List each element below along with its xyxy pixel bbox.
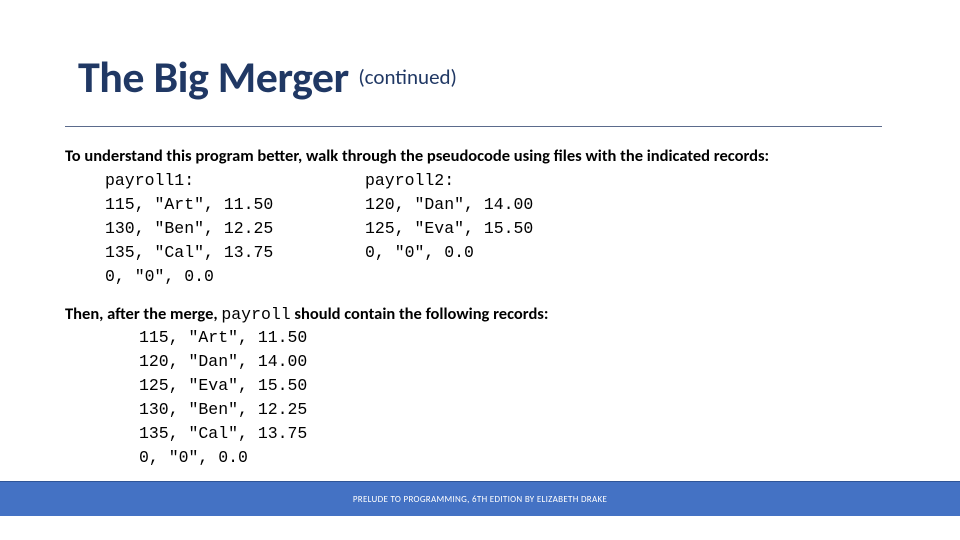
payroll1-row: 115, "Art", 11.50: [105, 193, 365, 217]
merged-row: 115, "Art", 11.50: [139, 326, 960, 350]
merged-file-name: payroll: [221, 305, 290, 324]
merged-column: 115, "Art", 11.50 120, "Dan", 14.00 125,…: [65, 326, 960, 470]
footer-text: PRELUDE TO PROGRAMMING, 6TH EDITION BY E…: [0, 482, 960, 516]
slide: The Big Merger (continued) To understand…: [0, 0, 960, 540]
payroll2-column: payroll2: 120, "Dan", 14.00 125, "Eva", …: [365, 169, 533, 289]
payroll2-name: payroll2:: [365, 169, 533, 193]
merged-row: 130, "Ben", 12.25: [139, 398, 960, 422]
slide-title: The Big Merger: [78, 50, 349, 104]
payroll2-row: 125, "Eva", 15.50: [365, 217, 533, 241]
slide-subtitle: (continued): [358, 64, 457, 90]
payroll1-row: 130, "Ben", 12.25: [105, 217, 365, 241]
payroll1-column: payroll1: 115, "Art", 11.50 130, "Ben", …: [65, 169, 365, 289]
merged-row: 120, "Dan", 14.00: [139, 350, 960, 374]
payroll2-row: 0, "0", 0.0: [365, 241, 533, 265]
payroll1-row: 135, "Cal", 13.75: [105, 241, 365, 265]
merged-row: 135, "Cal", 13.75: [139, 422, 960, 446]
input-columns: payroll1: 115, "Art", 11.50 130, "Ben", …: [65, 169, 960, 289]
then-line: Then, after the merge, payroll should co…: [65, 303, 960, 327]
payroll1-name: payroll1:: [105, 169, 365, 193]
title-area: The Big Merger (continued): [0, 0, 960, 104]
payroll1-row: 0, "0", 0.0: [105, 265, 365, 289]
then-pre: Then, after the merge,: [65, 304, 221, 324]
merged-row: 125, "Eva", 15.50: [139, 374, 960, 398]
then-post: should contain the following records:: [291, 304, 549, 324]
payroll2-row: 120, "Dan", 14.00: [365, 193, 533, 217]
intro-text: To understand this program better, walk …: [65, 145, 960, 169]
body-content: To understand this program better, walk …: [0, 127, 960, 470]
merged-row: 0, "0", 0.0: [139, 446, 960, 470]
